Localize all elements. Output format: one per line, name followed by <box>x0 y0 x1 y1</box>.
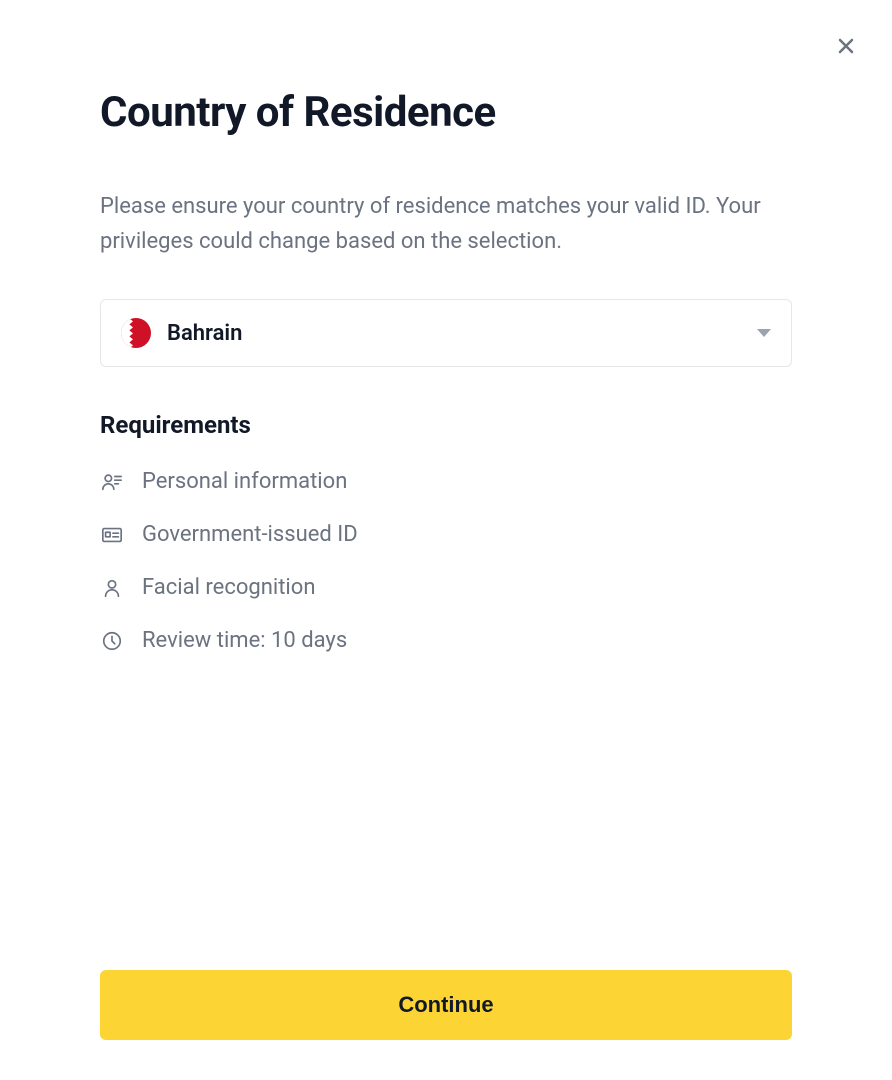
chevron-down-icon <box>757 329 771 337</box>
modal-content: Country of Residence Please ensure your … <box>0 0 892 1080</box>
country-name: Bahrain <box>167 321 242 346</box>
close-icon <box>834 34 858 58</box>
clock-icon <box>100 629 124 653</box>
requirement-label: Government-issued ID <box>142 522 358 547</box>
close-button[interactable] <box>832 32 860 60</box>
page-title: Country of Residence <box>100 88 792 137</box>
requirement-label: Personal information <box>142 469 347 494</box>
requirement-item: Government-issued ID <box>100 522 792 547</box>
requirement-label: Review time: 10 days <box>142 628 347 653</box>
requirement-item: Facial recognition <box>100 575 792 600</box>
country-select-value: Bahrain <box>121 318 242 348</box>
id-card-icon <box>100 523 124 547</box>
requirement-label: Facial recognition <box>142 575 315 600</box>
requirement-item: Personal information <box>100 469 792 494</box>
requirement-item: Review time: 10 days <box>100 628 792 653</box>
face-icon <box>100 576 124 600</box>
country-select[interactable]: Bahrain <box>100 299 792 367</box>
requirements-heading: Requirements <box>100 411 792 439</box>
description-text: Please ensure your country of residence … <box>100 189 792 259</box>
flag-icon <box>121 318 151 348</box>
continue-button[interactable]: Continue <box>100 970 792 1040</box>
person-info-icon <box>100 470 124 494</box>
